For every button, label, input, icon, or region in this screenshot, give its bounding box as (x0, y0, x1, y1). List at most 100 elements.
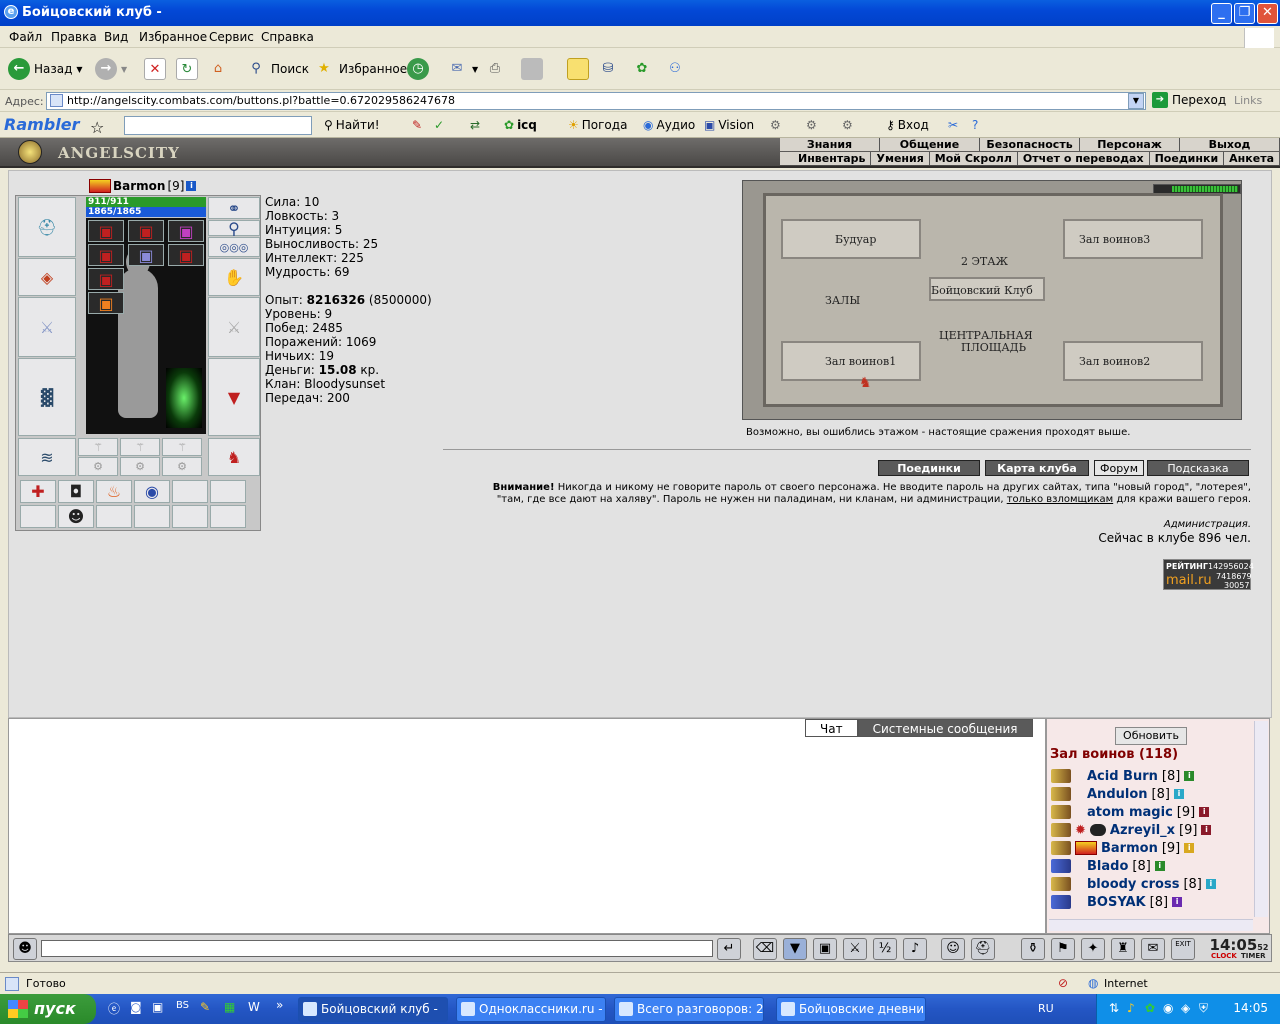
smiley-icon[interactable]: ☺ (941, 938, 965, 960)
quicklaunch-2-icon[interactable]: ◙ (130, 1000, 142, 1014)
weapon-slot[interactable]: ⚔ (18, 297, 76, 357)
nav-transfer-report[interactable]: Отчет о переводах (1018, 152, 1150, 165)
rune-slot-6[interactable]: ⚙ (162, 457, 202, 476)
user-action-icon[interactable] (1051, 895, 1071, 909)
menu-view[interactable]: Вид (104, 30, 128, 44)
info-icon[interactable]: i (1173, 789, 1184, 799)
tray-network-icon[interactable]: ⇅ (1109, 1001, 1119, 1015)
info-icon[interactable]: i (186, 181, 197, 191)
list-item[interactable]: Acid Burn [8] i (1051, 767, 1195, 785)
rings-slot[interactable]: ◎◎◎ (208, 237, 260, 257)
quick-slot-6[interactable] (210, 480, 246, 503)
scroll-slot-1[interactable]: ▣ (88, 220, 124, 242)
nav-my-scroll[interactable]: Мой Скролл (930, 152, 1018, 165)
half-icon[interactable]: ½ (873, 938, 897, 960)
smile-menu-icon[interactable]: ☻ (13, 938, 37, 960)
users-horizontal-scrollbar[interactable] (1049, 919, 1253, 931)
quick-slot-3[interactable]: ♨ (96, 480, 132, 503)
list-item[interactable]: atom magic [9] i (1051, 803, 1210, 821)
login-button[interactable]: ⚷ Вход (886, 118, 929, 132)
nav-security[interactable]: Безопасность (980, 138, 1080, 151)
more-icon[interactable]: » (276, 998, 283, 1012)
nav-skills[interactable]: Умения (871, 152, 930, 165)
amulet-slot[interactable]: ⚭ (208, 197, 260, 219)
duels-button[interactable]: Поединки (878, 460, 980, 476)
quick-slot-10[interactable] (134, 505, 170, 528)
scroll-slot-2[interactable]: ▣ (128, 220, 164, 242)
helmet-icon[interactable]: ⛑ (971, 938, 995, 960)
mail-game-icon[interactable]: ✉ (1141, 938, 1165, 960)
save-icon[interactable]: ▣ (813, 938, 837, 960)
quicklaunch-5-icon[interactable]: ✎ (200, 1000, 210, 1014)
armor-slot[interactable]: ▓ (18, 358, 76, 436)
scroll-slot-3[interactable]: ▣ (168, 220, 204, 242)
user-action-icon[interactable] (1051, 877, 1071, 891)
fighter-icon[interactable]: ⚔ (843, 938, 867, 960)
help-icon[interactable]: ? (972, 118, 978, 132)
history-button[interactable]: ◷ (407, 56, 429, 82)
edit-button[interactable] (521, 56, 543, 82)
info-icon[interactable]: i (1184, 771, 1195, 781)
rune-slot-2[interactable]: ⚚ (120, 438, 160, 456)
chat-input[interactable] (41, 940, 713, 957)
print-button[interactable]: ⎙ (484, 56, 506, 82)
hint-button[interactable]: Подсказка (1147, 460, 1249, 476)
nav-duels[interactable]: Поединки (1150, 152, 1225, 165)
user-action-icon[interactable] (1051, 805, 1071, 819)
quick-slot-7[interactable] (20, 505, 56, 528)
forum-button[interactable]: Форум (1094, 460, 1144, 476)
scroll-slot-6[interactable]: ▣ (168, 244, 204, 266)
quick-slot-2[interactable]: ◘ (58, 480, 94, 503)
user-action-icon[interactable] (1051, 787, 1071, 801)
hackers-link[interactable]: только взломщикам (1007, 494, 1113, 505)
messenger-button[interactable]: ⚇ (664, 56, 686, 82)
scroll-slot-4[interactable]: ▣ (88, 244, 124, 266)
weather-button[interactable]: ☀ Погода (568, 118, 627, 132)
stop-button[interactable]: ✕ (144, 56, 166, 82)
tab-system-messages[interactable]: Системные сообщения (857, 719, 1033, 737)
nav-profile[interactable]: Анкета (1224, 152, 1280, 165)
start-button[interactable]: пуск (0, 994, 96, 1024)
rune-slot-4[interactable]: ⚙ (78, 457, 118, 476)
info-icon[interactable]: i (1199, 807, 1210, 817)
task-fightclub[interactable]: Бойцовский клуб - (298, 997, 448, 1022)
tray-volume-icon[interactable]: ♪ (1127, 1001, 1135, 1015)
club-map-button[interactable]: Карта клуба (985, 460, 1089, 476)
menu-tools[interactable]: Сервис (209, 30, 254, 44)
info-icon[interactable]: i (1201, 825, 1212, 835)
quick-slot-12[interactable] (210, 505, 246, 528)
refresh-users-button[interactable]: Обновить (1115, 727, 1187, 745)
user-action-icon[interactable] (1051, 769, 1071, 783)
task-odnoklassniki[interactable]: Одноклассники.ru - ... (456, 997, 606, 1022)
user-action-icon[interactable] (1051, 823, 1071, 837)
quicklaunch-4-icon[interactable]: BS (176, 1000, 189, 1011)
tab-chat[interactable]: Чат (805, 719, 858, 737)
menu-help[interactable]: Справка (261, 30, 314, 44)
favorites-button[interactable]: ★ Избранное (313, 56, 407, 82)
excel-icon[interactable]: ▦ (224, 1000, 235, 1014)
boots-slot[interactable]: ♞ (208, 438, 260, 476)
green-orb-icon[interactable] (166, 368, 202, 428)
maximize-button[interactable]: ❐ (1234, 3, 1255, 24)
rambler-search-input[interactable] (124, 116, 312, 135)
rambler-logo[interactable]: Rambler (4, 115, 79, 134)
word-icon[interactable]: W (248, 1000, 260, 1014)
info-icon[interactable]: i (1172, 897, 1183, 907)
tray-app-icon[interactable]: ◉ (1163, 1001, 1173, 1015)
tray-update-icon[interactable]: ⛨ (1199, 1001, 1208, 1016)
bracer-slot[interactable]: ◈ (18, 258, 76, 296)
list-item[interactable]: bloody cross [8] i (1051, 875, 1216, 893)
sound-icon[interactable]: ♪ (903, 938, 927, 960)
back-button[interactable]: ← Назад ▼ (8, 56, 83, 82)
list-item[interactable]: Blado [8] i (1051, 857, 1165, 875)
task-conversations[interactable]: Всего разговоров: 2... (614, 997, 764, 1022)
scroll-slot-8[interactable]: ▣ (88, 292, 124, 314)
quick-slot-4[interactable]: ◉ (134, 480, 170, 503)
rune-slot-1[interactable]: ⚚ (78, 438, 118, 456)
tool3-icon[interactable]: ⚙ (842, 118, 853, 132)
quick-slot-8[interactable]: ☻ (58, 505, 94, 528)
rune-slot-3[interactable]: ⚚ (162, 438, 202, 456)
filter-icon[interactable]: ▼ (783, 938, 807, 960)
forward-button[interactable]: → ▼ (95, 56, 127, 82)
belt-slot[interactable]: ≋ (18, 438, 76, 476)
